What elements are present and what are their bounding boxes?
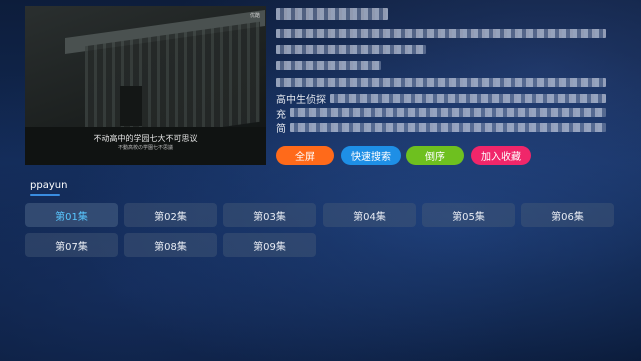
meta-blurred-2 xyxy=(276,45,426,54)
episode-label: 第02集 xyxy=(154,211,187,223)
episode-label: 第08集 xyxy=(154,241,187,253)
video-subtitle-secondary: 不動高校の学園七不思議 xyxy=(117,145,173,151)
episode-button-04[interactable]: 第04集 xyxy=(323,203,416,227)
source-tab-label: ppayun xyxy=(30,180,68,191)
episode-label: 第01集 xyxy=(55,211,88,223)
video-frame-door xyxy=(120,86,142,126)
meta-blurred-5 xyxy=(330,94,606,103)
meta-label-3: 简 xyxy=(276,124,286,135)
reverse-order-button[interactable]: 倒序 xyxy=(406,146,464,165)
meta-blurred-3 xyxy=(276,61,381,70)
episode-button-07[interactable]: 第07集 xyxy=(25,233,118,257)
meta-blurred-4 xyxy=(276,78,606,87)
episode-button-09[interactable]: 第09集 xyxy=(223,233,316,257)
episode-label: 第03集 xyxy=(253,211,286,223)
meta-blurred-6 xyxy=(290,108,606,117)
add-favorite-button-label: 加入收藏 xyxy=(481,152,521,163)
fullscreen-button-label: 全屏 xyxy=(295,152,315,163)
episode-label: 第09集 xyxy=(253,241,286,253)
video-corner-tag: 优酷 xyxy=(249,13,260,19)
episode-button-08[interactable]: 第08集 xyxy=(124,233,217,257)
episode-label: 第04集 xyxy=(353,211,386,223)
meta-blurred-1 xyxy=(276,29,606,38)
episode-button-05[interactable]: 第05集 xyxy=(422,203,515,227)
source-tab-underline xyxy=(30,194,60,196)
episode-button-03[interactable]: 第03集 xyxy=(223,203,316,227)
video-player[interactable]: 优酷 不动高中的学园七大不可思议 不動高校の学園七不思議 xyxy=(25,6,266,165)
title-blurred xyxy=(276,8,388,20)
meta-label-2: 充 xyxy=(276,110,286,121)
quick-search-button[interactable]: 快速搜索 xyxy=(341,146,401,165)
episode-label: 第07集 xyxy=(55,241,88,253)
quick-search-button-label: 快速搜索 xyxy=(351,152,391,163)
video-subtitle: 不动高中的学园七大不可思议 xyxy=(93,134,198,143)
episode-button-06[interactable]: 第06集 xyxy=(521,203,614,227)
source-tab-ppayun[interactable]: ppayun xyxy=(25,176,68,198)
episode-button-02[interactable]: 第02集 xyxy=(124,203,217,227)
add-favorite-button[interactable]: 加入收藏 xyxy=(471,146,531,165)
episode-button-01[interactable]: 第01集 xyxy=(25,203,118,227)
episode-label: 第06集 xyxy=(551,211,584,223)
meta-label-1: 高中生侦探 xyxy=(276,95,326,106)
fullscreen-button[interactable]: 全屏 xyxy=(276,146,334,165)
meta-blurred-7 xyxy=(290,123,606,132)
reverse-order-button-label: 倒序 xyxy=(425,152,445,163)
episode-label: 第05集 xyxy=(452,211,485,223)
